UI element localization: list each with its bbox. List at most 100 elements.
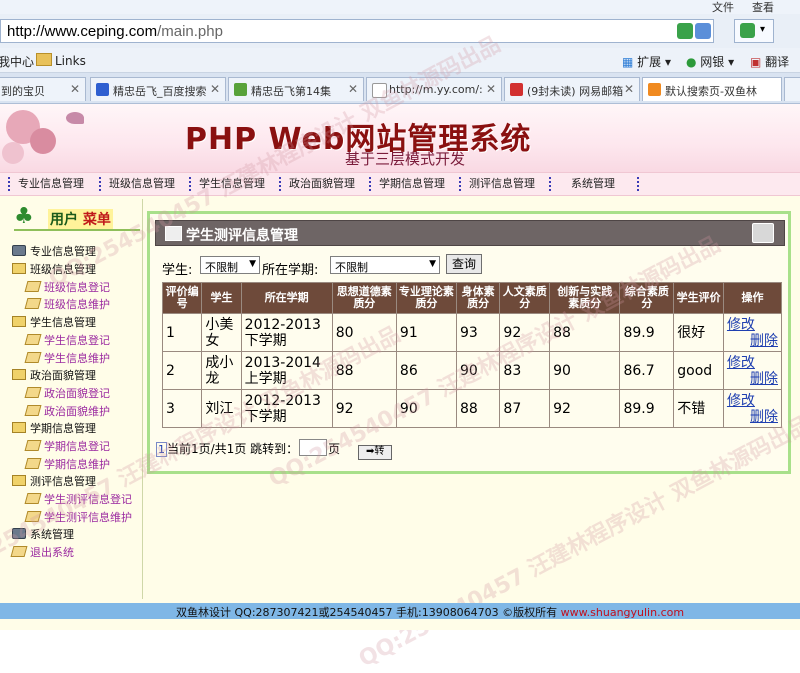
delete-link[interactable]: 删除: [727, 371, 778, 387]
sidebar-item-eval-add[interactable]: 学生测评信息登记: [24, 491, 132, 507]
cell-score: 90: [549, 351, 621, 390]
close-icon[interactable]: ✕: [486, 82, 496, 96]
menu-view[interactable]: 查看: [752, 0, 774, 15]
col-header: 综合素质分: [619, 282, 675, 314]
cell-id: 1: [161, 313, 203, 352]
sidebar-item-class-add[interactable]: 班级信息登记: [24, 279, 110, 295]
cell-student: 刘江: [201, 389, 242, 428]
student-filter-label: 学生:: [162, 263, 193, 278]
page-jump-input[interactable]: [299, 439, 328, 456]
footer-link[interactable]: www.shuangyulin.com: [561, 606, 684, 619]
url-input[interactable]: http://www.ceping.com/main.php: [0, 19, 714, 43]
delete-link[interactable]: 删除: [727, 409, 778, 425]
grid-icon: ▦: [622, 55, 638, 69]
sidebar-item-logout[interactable]: 退出系统: [10, 544, 74, 560]
col-header: 创新与实践素质分: [549, 282, 621, 314]
cell-score: 87: [499, 389, 551, 428]
term-filter-label: 所在学期:: [262, 263, 319, 278]
page-link[interactable]: 1: [156, 442, 167, 457]
sidebar-item-class[interactable]: 班级信息管理: [12, 261, 96, 277]
sidebar-item-politics-add[interactable]: 政治面貌登记: [24, 385, 110, 401]
sidebar-item-student[interactable]: 学生信息管理: [12, 314, 96, 330]
table-row: 2 成小龙 2013-2014上学期 88 86 90 83 90 86.7 g…: [161, 351, 783, 390]
printer-icon[interactable]: [752, 223, 774, 243]
nav-eval[interactable]: 测评信息管理: [459, 177, 535, 191]
sidebar-item-eval[interactable]: 测评信息管理: [12, 473, 96, 489]
nav-major[interactable]: 专业信息管理: [8, 177, 84, 191]
tab-0[interactable]: 到的宝贝 ✕: [0, 77, 86, 101]
query-button[interactable]: 查询: [446, 254, 482, 274]
close-icon[interactable]: ✕: [348, 82, 358, 96]
folder-icon: [12, 263, 26, 274]
fav-translate[interactable]: ▣ 翻译: [750, 53, 789, 70]
delete-link[interactable]: 删除: [727, 333, 778, 349]
student-select[interactable]: 不限制 ▼: [200, 256, 260, 274]
sidebar-item-eval-edit[interactable]: 学生测评信息维护: [24, 509, 132, 525]
folder-icon: [12, 422, 26, 433]
tab-3[interactable]: http://m.yy.com/: ✕: [366, 77, 502, 101]
page-icon: [24, 281, 42, 292]
url-path: /main.php: [157, 23, 223, 40]
pager-unit: 页: [328, 442, 341, 456]
col-header: 人文素质分: [499, 282, 551, 314]
fav-item-cut[interactable]: 我中心: [0, 53, 34, 70]
close-icon[interactable]: ✕: [624, 82, 634, 96]
refresh-icon[interactable]: [695, 23, 711, 39]
new-tab-button[interactable]: [784, 77, 800, 101]
sidebar-item-student-edit[interactable]: 学生信息维护: [24, 350, 110, 366]
translate-icon: ▣: [750, 55, 766, 69]
system-icon: [12, 528, 26, 539]
page-icon: [372, 83, 387, 98]
menu-file[interactable]: 文件: [712, 0, 734, 15]
page-icon: [24, 493, 42, 504]
cell-score: 91: [395, 313, 457, 352]
sidebar-item-major[interactable]: 专业信息管理: [12, 243, 96, 259]
term-select[interactable]: 不限制 ▼: [330, 256, 440, 274]
tab-5-active[interactable]: 默认搜索页-双鱼林: [642, 77, 782, 101]
sidebar-header: ♣ 用户 菜单: [14, 205, 138, 231]
flower-decoration: [2, 142, 24, 164]
sidebar-item-politics[interactable]: 政治面貌管理: [12, 367, 96, 383]
sidebar-item-system[interactable]: 系统管理: [12, 526, 74, 542]
tab-2[interactable]: 精忠岳飞第14集 ✕: [228, 77, 364, 101]
sidebar-item-student-add[interactable]: 学生信息登记: [24, 332, 110, 348]
nav-class[interactable]: 班级信息管理: [99, 177, 175, 191]
close-icon[interactable]: ✕: [210, 82, 220, 96]
table-row: 3 刘江 2012-2013下学期 92 90 88 87 92 89.9 不错…: [161, 389, 783, 428]
nav-politics[interactable]: 政治面貌管理: [279, 177, 355, 191]
sidebar-item-class-edit[interactable]: 班级信息维护: [24, 296, 110, 312]
favorites-bar: 我中心 Links ▦ 扩展 ▾ ● 网银 ▾ ▣ 翻译: [0, 48, 800, 73]
pager-text: 当前1页/共1页 跳转到：: [167, 442, 299, 456]
main-panel: 学生测评信息管理 学生: 不限制 ▼ 所在学期: 不限制 ▼ 查询 评价编号 学生 …: [147, 211, 791, 474]
sidebar-item-term-add[interactable]: 学期信息登记: [24, 438, 110, 454]
fav-extend[interactable]: ▦ 扩展 ▾: [622, 53, 671, 70]
panel-header: 学生测评信息管理: [155, 220, 785, 246]
search-engine-button[interactable]: ▾: [734, 19, 774, 43]
mail-icon: [510, 83, 523, 96]
edit-link[interactable]: 修改: [727, 317, 778, 333]
go-button[interactable]: ➡转: [358, 445, 393, 460]
fav-links[interactable]: Links: [36, 53, 86, 68]
baidu-icon: [96, 83, 109, 96]
cell-term: 2012-2013下学期: [240, 389, 333, 428]
sidebar-item-politics-edit[interactable]: 政治面貌维护: [24, 403, 110, 419]
cell-id: 3: [161, 389, 203, 428]
fav-bank[interactable]: ● 网银 ▾: [686, 53, 734, 70]
tab-1[interactable]: 精忠岳飞_百度搜索 ✕: [90, 77, 226, 101]
nav-student[interactable]: 学生信息管理: [189, 177, 265, 191]
sidebar-item-term-edit[interactable]: 学期信息维护: [24, 456, 110, 472]
nav-term[interactable]: 学期信息管理: [369, 177, 445, 191]
edit-link[interactable]: 修改: [727, 355, 778, 371]
ie-compat-icon[interactable]: [677, 23, 693, 39]
nav-divider: [637, 177, 639, 191]
edit-link[interactable]: 修改: [727, 393, 778, 409]
cell-student: 成小龙: [201, 351, 242, 390]
folder-icon: [36, 53, 52, 66]
tab-4[interactable]: (9封未读) 网易邮箱 ✕: [504, 77, 640, 101]
chevron-down-icon: ▼: [429, 259, 436, 269]
sidebar-item-term[interactable]: 学期信息管理: [12, 420, 96, 436]
cell-comment: good: [673, 351, 724, 390]
nav-system[interactable]: 系统管理: [549, 177, 615, 191]
close-icon[interactable]: ✕: [70, 82, 80, 96]
table-header-row: 评价编号 学生 所在学期 思想道德素质分 专业理论素质分 身体素质分 人文素质分…: [161, 282, 783, 314]
